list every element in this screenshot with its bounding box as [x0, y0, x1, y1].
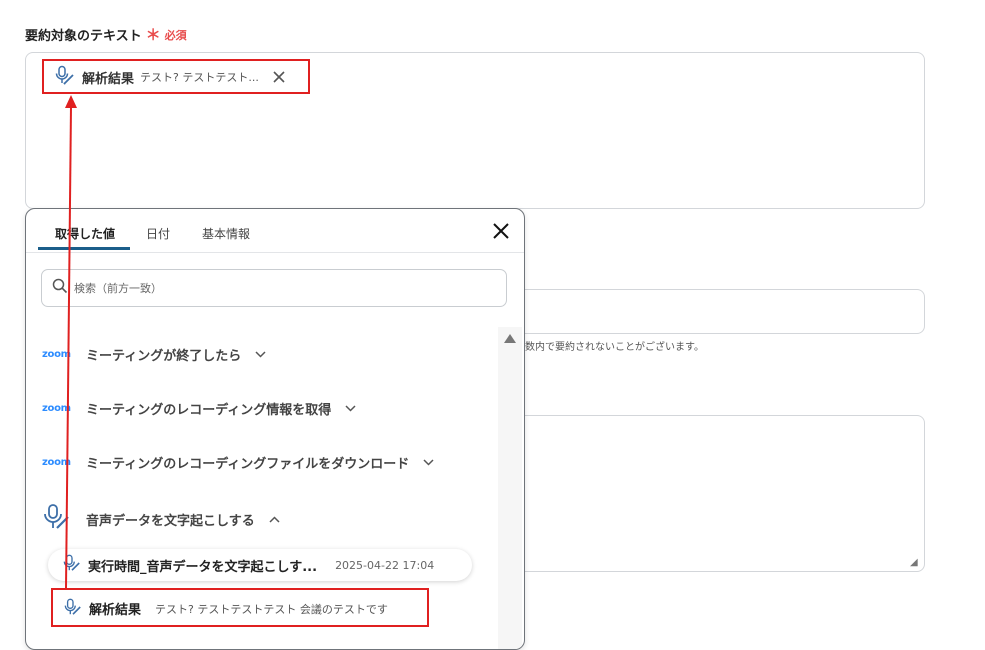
annotation-arrow [65, 95, 77, 589]
